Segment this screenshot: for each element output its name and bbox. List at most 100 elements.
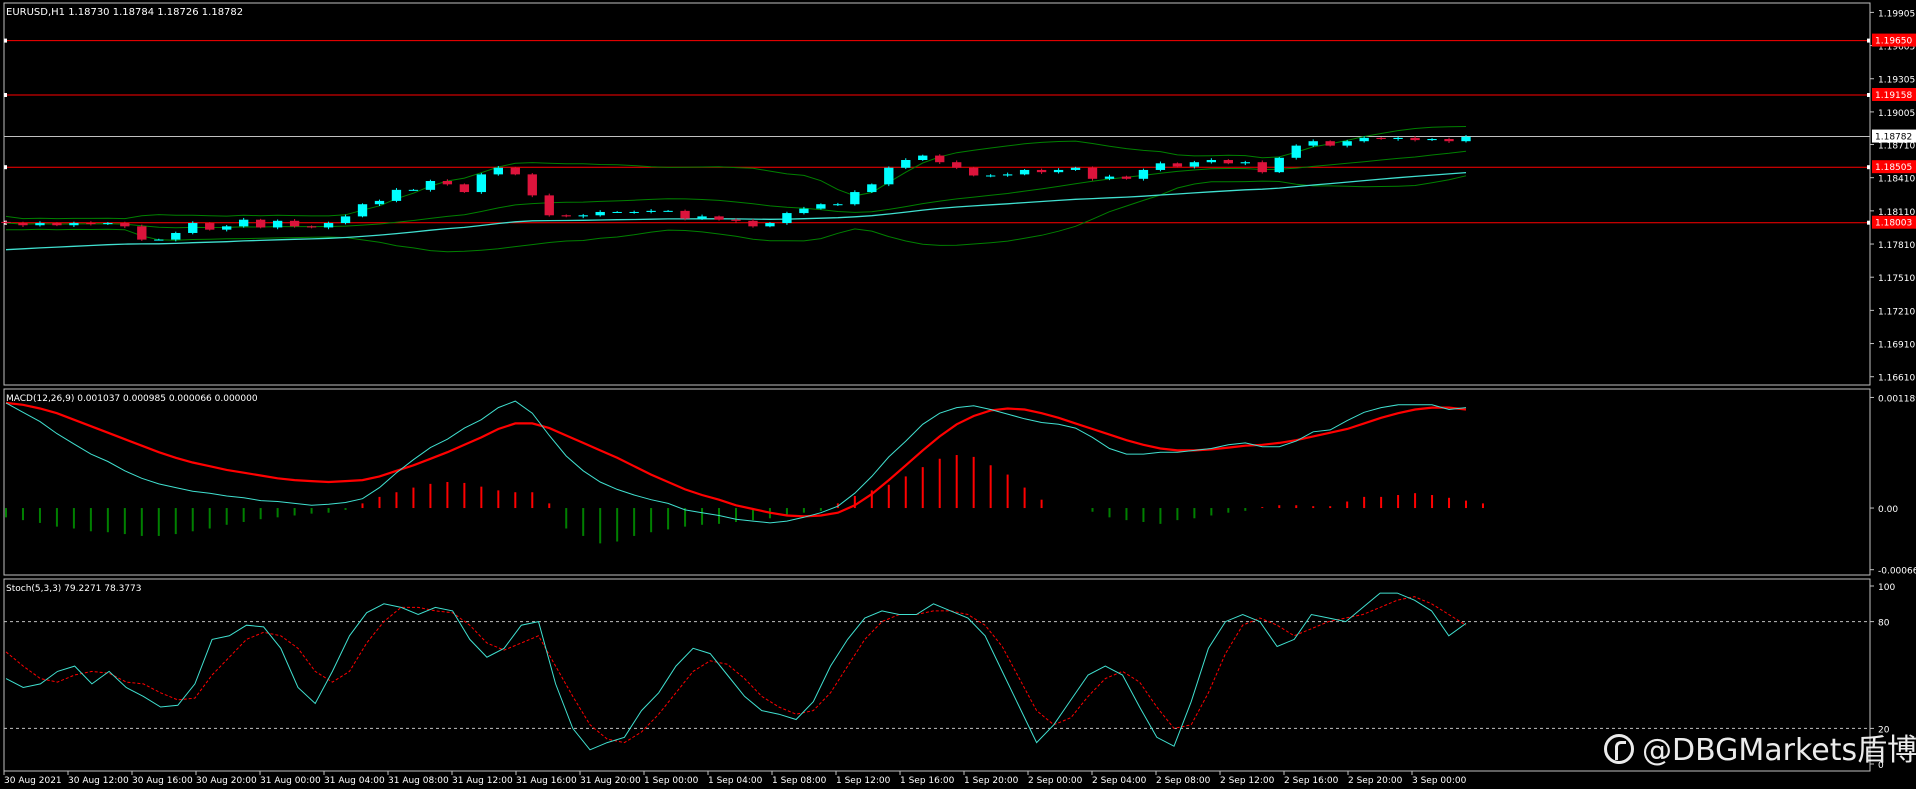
macd-tick-label: 0.00 [1878, 505, 1898, 515]
level-anchor [4, 92, 7, 97]
candle-body [782, 213, 792, 224]
level-price-label: 1.19158 [1875, 91, 1912, 101]
candle-body [86, 223, 96, 225]
candle-body [1376, 137, 1386, 139]
time-tick-label: 30 Aug 2021 [4, 776, 62, 786]
level-price-label: 1.18505 [1875, 163, 1912, 173]
time-tick-label: 30 Aug 20:00 [196, 776, 257, 786]
candle-body [612, 211, 622, 213]
candle-body [1257, 162, 1267, 173]
macd-label: MACD(12,26,9) 0.001037 0.000985 0.000066… [6, 394, 258, 404]
time-tick-label: 2 Sep 16:00 [1284, 776, 1339, 786]
candle-body [323, 223, 334, 228]
price-tick-label: 1.17510 [1878, 274, 1915, 284]
candle-body [969, 167, 979, 176]
time-tick-label: 2 Sep 08:00 [1156, 776, 1211, 786]
candle-body [272, 220, 283, 228]
time-tick-label: 2 Sep 00:00 [1028, 776, 1083, 786]
candle-body [1291, 145, 1301, 158]
candle-body [1053, 169, 1064, 173]
candle-body [595, 211, 605, 216]
candle-body [35, 223, 45, 226]
candle-body [867, 184, 877, 193]
candle-body [544, 195, 554, 216]
candle-body [1342, 141, 1352, 146]
candle-body [1189, 162, 1200, 167]
price-tick-label: 1.17210 [1878, 307, 1915, 317]
candle-body [137, 226, 147, 240]
candle-body [52, 223, 62, 226]
level-anchor [1867, 165, 1870, 170]
current-price-label: 1.18782 [1875, 133, 1912, 143]
candle-body [1393, 137, 1403, 139]
time-tick-label: 1 Sep 12:00 [836, 776, 891, 786]
time-tick-label: 1 Sep 08:00 [772, 776, 827, 786]
candle-body [442, 181, 453, 185]
candle-body [239, 219, 249, 227]
time-tick-label: 3 Sep 00:00 [1412, 776, 1467, 786]
time-tick-label: 31 Aug 00:00 [260, 776, 321, 786]
candle-body [306, 226, 317, 228]
candle-body [1206, 160, 1217, 163]
time-tick-label: 31 Aug 08:00 [388, 776, 449, 786]
candle-body [222, 226, 232, 230]
time-tick-label: 31 Aug 04:00 [324, 776, 385, 786]
watermark-text: @DBGMarkets盾博 [1642, 733, 1916, 768]
time-tick-label: 31 Aug 16:00 [516, 776, 577, 786]
chart: 1.199051.196051.193051.190051.187101.184… [0, 0, 1916, 789]
candle-body [578, 215, 588, 217]
price-tick-label: 1.19005 [1878, 109, 1915, 119]
candle-body [833, 204, 843, 206]
candle-body [561, 215, 571, 217]
candle-body [255, 219, 266, 228]
level-anchor [1867, 38, 1870, 43]
stoch-label: Stoch(5,3,3) 79.2271 78.3773 [6, 584, 141, 594]
candle-body [1155, 163, 1166, 170]
candle-body [171, 232, 181, 240]
candle-body [357, 204, 368, 217]
price-tick-label: 1.17810 [1878, 241, 1915, 251]
candle-body [646, 210, 656, 212]
candle-body [985, 175, 996, 177]
candle-body [289, 220, 300, 227]
dbg-logo-icon [1604, 734, 1634, 764]
candle-body [425, 181, 436, 190]
time-tick-label: 1 Sep 00:00 [644, 776, 699, 786]
macd-tick-label: -0.000663 [1878, 567, 1916, 577]
candle-body [1087, 167, 1098, 179]
candle-body [935, 155, 945, 163]
candle-body [120, 223, 130, 227]
time-tick-label: 2 Sep 04:00 [1092, 776, 1147, 786]
candle-body [884, 167, 894, 185]
candle-body [1138, 169, 1149, 179]
time-tick-label: 2 Sep 12:00 [1220, 776, 1275, 786]
candle-body [765, 223, 775, 227]
candle-body [629, 211, 639, 213]
level-anchor [4, 165, 7, 170]
candle-body [1444, 138, 1454, 142]
time-tick-label: 1 Sep 16:00 [900, 776, 955, 786]
candle-body [205, 223, 215, 230]
level-price-label: 1.19650 [1875, 37, 1912, 47]
stoch-tick-label: 100 [1878, 583, 1895, 593]
macd-tick-label: 0.001189 [1878, 394, 1916, 404]
watermark: @DBGMarkets盾博 [1604, 725, 1916, 769]
candle-body [952, 162, 962, 168]
candle-body [1223, 160, 1233, 164]
candle-body [816, 204, 826, 209]
candle-body [188, 223, 198, 233]
candle-body [1019, 169, 1030, 175]
time-tick-label: 2 Sep 20:00 [1348, 776, 1403, 786]
candle-body [1121, 176, 1132, 179]
candle-body [408, 189, 419, 191]
candle-body [731, 219, 741, 221]
candle-body [1036, 169, 1047, 173]
candle-body [510, 167, 520, 175]
candle-body [1308, 141, 1318, 146]
price-tick-label: 1.18410 [1878, 175, 1915, 185]
candle-body [1002, 174, 1013, 176]
candle-body [1, 221, 11, 224]
price-tick-label: 1.19905 [1878, 9, 1915, 19]
level-anchor [1867, 220, 1870, 225]
candle-body [476, 174, 487, 193]
